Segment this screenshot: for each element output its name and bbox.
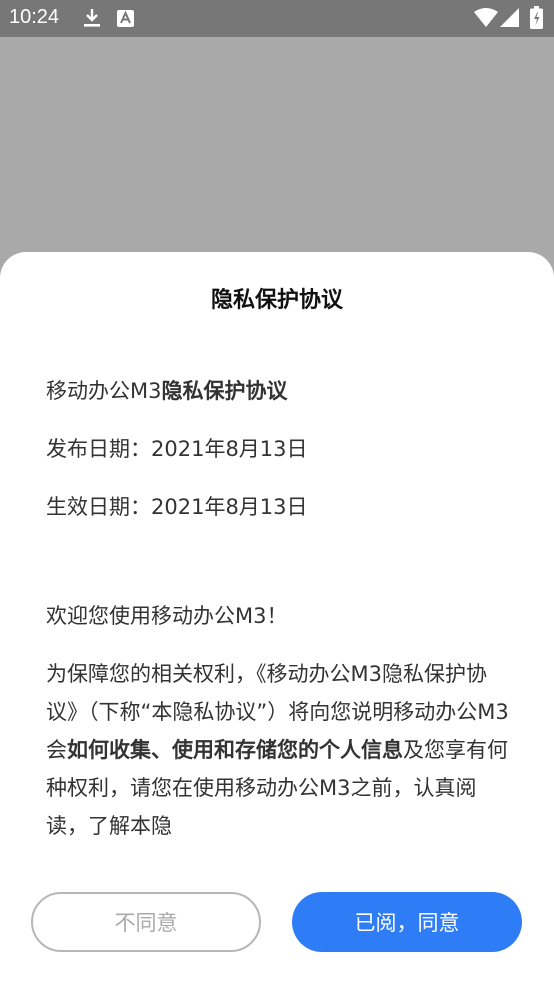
privacy-dialog: 隐私保护协议 移动办公M3隐私保护协议 发布日期：2021年8月13日 生效日期… — [0, 252, 554, 984]
agreement-paragraph: 为保障您的相关权利，《移动办公M3隐私保护协议》（下称“本隐私协议”）将向您说明… — [46, 655, 516, 845]
paragraph-bold: 如何收集、使用和存储您的个人信息 — [67, 738, 403, 762]
battery-icon — [530, 6, 543, 29]
heading-prefix: 移动办公M3 — [46, 379, 162, 403]
welcome-text: 欢迎您使用移动办公M3！ — [46, 604, 288, 628]
signal-icon — [500, 8, 519, 27]
dialog-title: 隐私保护协议 — [210, 288, 343, 313]
agreement-content[interactable]: 移动办公M3隐私保护协议 发布日期：2021年8月13日 生效日期：2021年8… — [46, 372, 516, 862]
release-date: 发布日期：2021年8月13日 — [46, 437, 308, 461]
download-icon — [84, 9, 100, 27]
agreement-heading: 移动办公M3隐私保护协议 — [46, 372, 516, 410]
agree-button[interactable]: 已阅，同意 — [292, 892, 522, 952]
decline-button[interactable]: 不同意 — [31, 892, 261, 952]
wifi-icon — [474, 8, 498, 27]
status-bar: 10:24 — [0, 0, 554, 37]
a-badge-icon — [117, 10, 134, 27]
heading-bold: 隐私保护协议 — [161, 379, 288, 403]
effective-date: 生效日期：2021年8月13日 — [46, 495, 308, 519]
background-overlay[interactable] — [0, 37, 554, 252]
status-time: 10:24 — [9, 6, 60, 28]
